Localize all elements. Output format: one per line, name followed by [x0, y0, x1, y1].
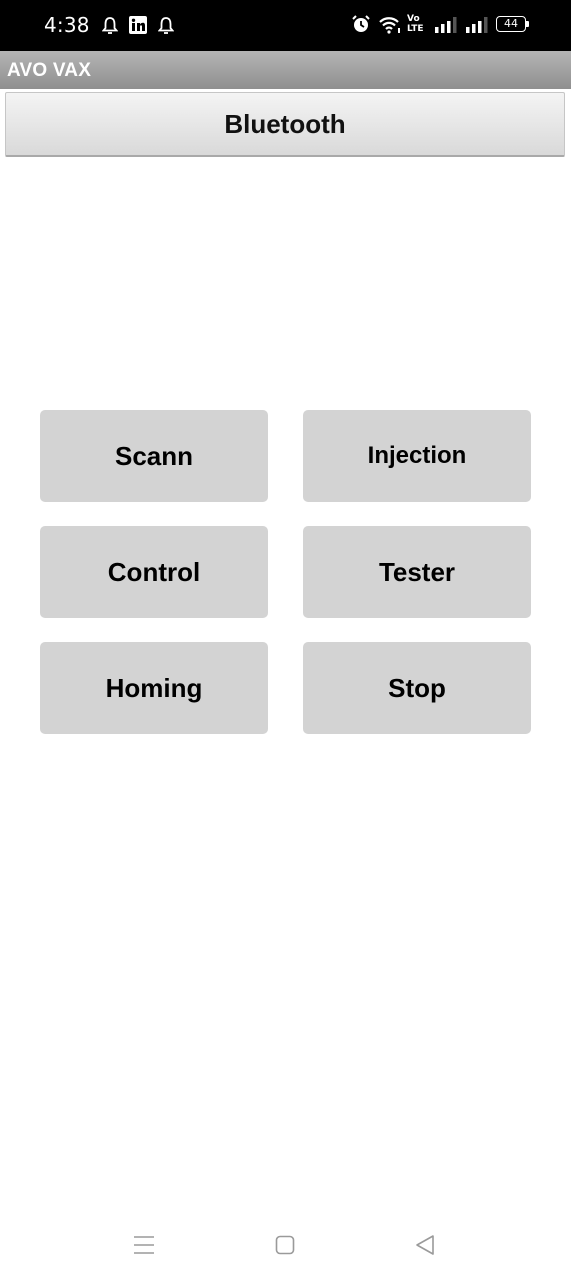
homing-button-label: Homing	[105, 672, 203, 703]
control-button[interactable]: Control	[40, 526, 268, 618]
homing-button[interactable]: Homing	[40, 642, 268, 734]
scann-button[interactable]: Scann	[40, 410, 268, 502]
control-button-label: Control	[107, 556, 201, 587]
injection-button-label: Injection	[367, 442, 467, 469]
app-title: AVO VAX	[7, 60, 92, 81]
alarm-icon	[352, 15, 370, 32]
action-bar: AVO VAX	[0, 51, 571, 89]
bluetooth-button-label: Bluetooth	[224, 108, 346, 139]
status-time: 4:38	[44, 13, 90, 37]
bluetooth-button[interactable]: Bluetooth	[5, 92, 565, 157]
wifi-icon	[379, 17, 400, 34]
signal-icon	[466, 17, 488, 33]
bell-icon	[158, 17, 174, 34]
injection-button[interactable]: Injection	[303, 410, 531, 502]
linkedin-icon	[129, 16, 147, 34]
battery-icon: 44	[496, 16, 529, 34]
menu-icon[interactable]	[133, 1234, 155, 1256]
back-icon[interactable]	[415, 1234, 435, 1256]
status-bar: 4:38 Vo LTE 44	[0, 0, 571, 51]
volte-icon: Vo LTE	[407, 14, 424, 34]
scann-button-label: Scann	[114, 440, 194, 471]
signal-icon	[435, 17, 457, 33]
bell-icon	[102, 17, 118, 34]
tester-button-label: Tester	[378, 556, 456, 587]
home-icon[interactable]	[275, 1235, 295, 1255]
tester-button[interactable]: Tester	[303, 526, 531, 618]
stop-button-label: Stop	[388, 672, 446, 703]
stop-button[interactable]: Stop	[303, 642, 531, 734]
